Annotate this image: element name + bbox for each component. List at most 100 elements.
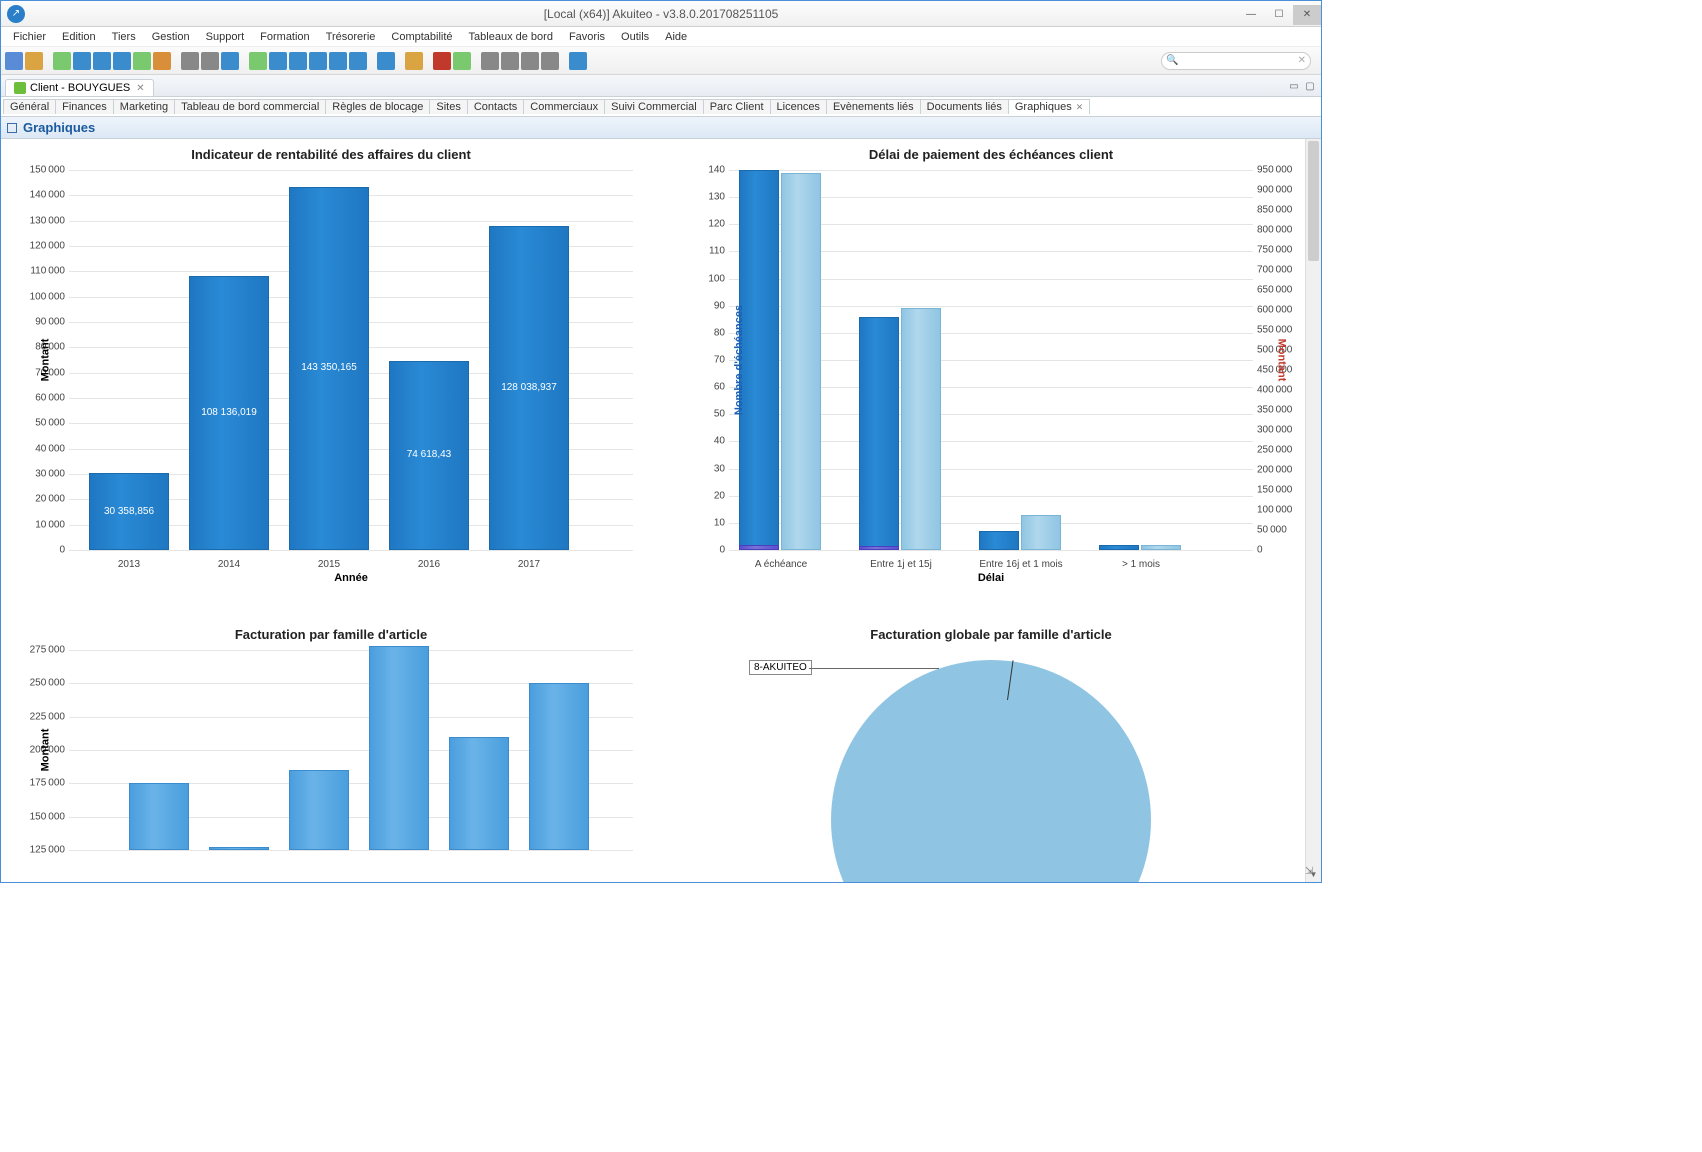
subtab-commerciaux[interactable]: Commerciaux xyxy=(523,99,605,114)
subtab-contacts[interactable]: Contacts xyxy=(467,99,524,114)
x-tick: A échéance xyxy=(755,559,807,570)
menu-edition[interactable]: Edition xyxy=(54,29,104,45)
y-tick-right: 300 000 xyxy=(1257,425,1307,436)
print-preview-icon[interactable] xyxy=(181,52,199,70)
y-tick-right: 750 000 xyxy=(1257,245,1307,256)
scrollbar-thumb[interactable] xyxy=(1308,141,1319,261)
y-tick-left: 60 xyxy=(675,382,725,393)
maximize-view-icon[interactable]: ▢ xyxy=(1303,79,1317,93)
y-tick: 100 000 xyxy=(15,291,65,302)
document-tab-client[interactable]: Client - BOUYGUES ✕ xyxy=(5,79,154,96)
action-icon[interactable] xyxy=(153,52,171,70)
menu-support[interactable]: Support xyxy=(198,29,253,45)
subtab-règles-de-blocage[interactable]: Règles de blocage xyxy=(325,99,430,114)
edit-icon[interactable] xyxy=(73,52,91,70)
y-tick: 140 000 xyxy=(15,190,65,201)
section-header: Graphiques xyxy=(1,117,1321,139)
x-tick: > 1 mois xyxy=(1122,559,1160,570)
script-icon[interactable] xyxy=(53,52,71,70)
subtab-documents-liés[interactable]: Documents liés xyxy=(920,99,1009,114)
nav-first-icon[interactable] xyxy=(481,52,499,70)
subtab-sites[interactable]: Sites xyxy=(429,99,467,114)
nav-prev-icon[interactable] xyxy=(501,52,519,70)
subtab-suivi-commercial[interactable]: Suivi Commercial xyxy=(604,99,704,114)
menu-tableaux de bord[interactable]: Tableaux de bord xyxy=(461,29,561,45)
chart-pie-icon[interactable] xyxy=(433,52,451,70)
paste-icon[interactable] xyxy=(93,52,111,70)
menu-outils[interactable]: Outils xyxy=(613,29,657,45)
menu-trésorerie[interactable]: Trésorerie xyxy=(318,29,384,45)
highlight-icon[interactable] xyxy=(133,52,151,70)
grid-icon[interactable] xyxy=(377,52,395,70)
section-collapse-icon[interactable] xyxy=(7,123,17,133)
close-subtab-icon[interactable]: ✕ xyxy=(1076,102,1084,112)
y-tick: 20 000 xyxy=(15,494,65,505)
config-icon[interactable] xyxy=(113,52,131,70)
bar-count-light xyxy=(1141,545,1181,550)
y-tick: 110 000 xyxy=(15,266,65,277)
y-tick-right: 900 000 xyxy=(1257,185,1307,196)
y-axis-label: Montant xyxy=(39,729,51,772)
open-icon[interactable] xyxy=(25,52,43,70)
toolbar: 🔍 ✕ xyxy=(1,47,1321,75)
bar-amount xyxy=(739,545,779,550)
list-icon[interactable] xyxy=(249,52,267,70)
menu-favoris[interactable]: Favoris xyxy=(561,29,613,45)
bar-count-dark xyxy=(1099,545,1139,550)
subtab-tableau-de-bord-commercial[interactable]: Tableau de bord commercial xyxy=(174,99,326,114)
pie-slice-akuiteo xyxy=(831,660,1151,882)
refresh-icon[interactable] xyxy=(269,52,287,70)
sub-tab-bar: GénéralFinancesMarketingTableau de bord … xyxy=(1,97,1321,117)
subtab-parc-client[interactable]: Parc Client xyxy=(703,99,771,114)
subtab-licences[interactable]: Licences xyxy=(770,99,827,114)
menu-gestion[interactable]: Gestion xyxy=(144,29,198,45)
bar-2017: 128 038,937 xyxy=(489,226,569,550)
settings-icon[interactable] xyxy=(349,52,367,70)
clear-search-icon[interactable]: ✕ xyxy=(1298,55,1306,66)
y-tick-left: 90 xyxy=(675,300,725,311)
save-icon[interactable] xyxy=(5,52,23,70)
y-tick: 175 000 xyxy=(15,778,65,789)
menu-aide[interactable]: Aide xyxy=(657,29,695,45)
subtab-finances[interactable]: Finances xyxy=(55,99,114,114)
app-window: ↗ [Local (x64)] Akuiteo - v3.8.0.2017082… xyxy=(0,0,1322,883)
window-maximize-button[interactable]: ☐ xyxy=(1265,5,1293,25)
y-tick-right: 200 000 xyxy=(1257,465,1307,476)
y-tick-left: 10 xyxy=(675,517,725,528)
menu-tiers[interactable]: Tiers xyxy=(104,29,144,45)
subtab-graphiques[interactable]: Graphiques✕ xyxy=(1008,99,1090,114)
subtab-evènements-liés[interactable]: Evènements liés xyxy=(826,99,921,114)
menu-formation[interactable]: Formation xyxy=(252,29,318,45)
y-tick: 50 000 xyxy=(15,418,65,429)
bar-family-5 xyxy=(529,683,589,850)
close-tab-icon[interactable]: ✕ xyxy=(136,83,144,94)
toolbar-search[interactable]: 🔍 ✕ xyxy=(1161,52,1311,70)
subtab-marketing[interactable]: Marketing xyxy=(113,99,175,114)
y-tick-left: 110 xyxy=(675,246,725,257)
close-all-icon[interactable] xyxy=(569,52,587,70)
folder-icon[interactable] xyxy=(405,52,423,70)
window-minimize-button[interactable]: — xyxy=(1237,5,1265,25)
titlebar: ↗ [Local (x64)] Akuiteo - v3.8.0.2017082… xyxy=(1,1,1321,27)
filter-icon[interactable] xyxy=(289,52,307,70)
table-icon[interactable] xyxy=(329,52,347,70)
nav-next-icon[interactable] xyxy=(521,52,539,70)
preview-icon[interactable] xyxy=(221,52,239,70)
minimize-view-icon[interactable]: ▭ xyxy=(1287,79,1301,93)
bar-2013: 30 358,856 xyxy=(89,473,169,550)
y-tick: 250 000 xyxy=(15,678,65,689)
y-tick-left: 100 xyxy=(675,273,725,284)
menu-comptabilité[interactable]: Comptabilité xyxy=(383,29,460,45)
window-close-button[interactable]: ✕ xyxy=(1293,5,1321,25)
y-tick-left: 20 xyxy=(675,490,725,501)
print-icon[interactable] xyxy=(201,52,219,70)
bar-2015: 143 350,165 xyxy=(289,187,369,550)
bar-count-light xyxy=(1021,515,1061,550)
nav-last-icon[interactable] xyxy=(541,52,559,70)
vertical-scrollbar[interactable]: ▲ ▼ xyxy=(1305,139,1321,882)
menu-fichier[interactable]: Fichier xyxy=(5,29,54,45)
export-icon[interactable] xyxy=(309,52,327,70)
x-axis-label: Année xyxy=(334,572,368,584)
subtab-général[interactable]: Général xyxy=(3,99,56,114)
sheet-icon[interactable] xyxy=(453,52,471,70)
